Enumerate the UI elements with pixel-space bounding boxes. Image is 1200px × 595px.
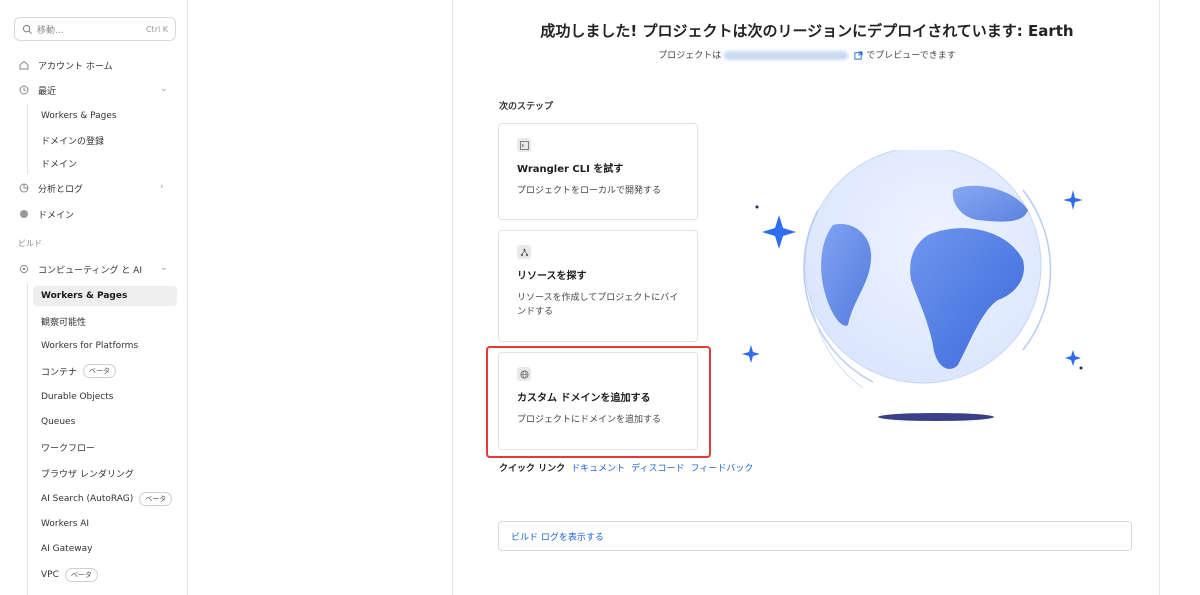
sidebar-item-compute-ai[interactable]: コンピューティング と AI (18, 259, 142, 279)
resource-icon (517, 245, 531, 259)
sidebar-item-queues[interactable]: Queues (41, 412, 75, 432)
globe-icon (517, 367, 531, 381)
beta-badge: ベータ (139, 492, 173, 506)
globe-illustration (742, 150, 1083, 421)
search-icon (22, 24, 33, 34)
view-build-log-button[interactable]: ビルド ログを表示する (498, 521, 1132, 551)
compute-icon (18, 264, 29, 275)
sidebar-item-label: コンピューティング と AI (38, 265, 142, 276)
card-description: リソースを作成してプロジェクトにバインドする (517, 293, 679, 318)
sidebar-recent-domain-registration[interactable]: ドメインの登録 (41, 130, 104, 150)
chevron-right-icon[interactable]: › (160, 182, 164, 192)
deploy-success-panel: 成功しました! プロジェクトは次のリージョンにデプロイされています: Earth… (452, 0, 1160, 595)
sidebar-item-browser-rendering[interactable]: ブラウザ レンダリング (41, 463, 134, 483)
sidebar-item-vpc[interactable]: VPC ベータ (41, 565, 98, 585)
search-input[interactable]: 移動... Ctrl K (14, 17, 176, 41)
link-feedback[interactable]: フィードバック (691, 461, 754, 474)
preview-subtitle: プロジェクトは でプレビューできます (433, 48, 1181, 61)
card-add-custom-domain[interactable]: カスタム ドメインを追加する プロジェクトにドメインを追加する (498, 352, 698, 450)
sidebar-item-workers-pages[interactable]: Workers & Pages (33, 286, 177, 306)
sidebar-item-analytics[interactable]: 分析とログ (18, 178, 83, 198)
beta-badge: ベータ (83, 364, 117, 378)
sidebar-item-containers[interactable]: コンテナ ベータ (41, 361, 117, 381)
card-title: Wrangler CLI を試す (517, 164, 624, 175)
sidebar-item-ai-search[interactable]: AI Search (AutoRAG) ベータ (41, 489, 173, 509)
beta-badge: ベータ (64, 568, 98, 582)
page-title: 成功しました! プロジェクトは次のリージョンにデプロイされています: Earth (540, 22, 1074, 40)
card-description: プロジェクトをローカルで開発する (517, 186, 662, 196)
sidebar-item-workflows[interactable]: ワークフロー (41, 437, 95, 457)
sidebar-item-label: VPC (41, 570, 59, 580)
sidebar-item-label: 分析とログ (38, 184, 84, 195)
sidebar: 移動... Ctrl K アカウント ホーム 最近 ⌄ Workers & Pa… (0, 0, 188, 595)
quick-links: クイック リンク ドキュメント ディスコード フィードバック (499, 461, 753, 474)
search-placeholder: 移動... (37, 25, 64, 36)
sidebar-item-durable-objects[interactable]: Durable Objects (41, 387, 113, 407)
card-explore-resources[interactable]: リソースを探す リソースを作成してプロジェクトにバインドする (498, 230, 698, 342)
home-icon (18, 60, 29, 71)
clock-icon (18, 85, 29, 96)
link-documentation[interactable]: ドキュメント (571, 461, 625, 474)
sidebar-recent-domains[interactable]: ドメイン (41, 153, 77, 173)
section-label-build: ビルド (18, 239, 42, 248)
card-wrangler-cli[interactable]: Wrangler CLI を試す プロジェクトをローカルで開発する (498, 123, 698, 220)
sidebar-item-label: AI Search (AutoRAG) (41, 494, 134, 504)
sidebar-item-ai-gateway[interactable]: AI Gateway (41, 539, 92, 559)
tree-line (27, 104, 28, 174)
next-steps-heading: 次のステップ (499, 102, 554, 112)
globe-icon (18, 209, 29, 220)
sidebar-item-workers-for-platforms[interactable]: Workers for Platforms (41, 336, 138, 356)
sidebar-item-account-home[interactable]: アカウント ホーム (18, 55, 113, 75)
chevron-down-icon[interactable]: ⌄ (160, 263, 168, 273)
card-title: カスタム ドメインを追加する (517, 393, 651, 404)
preview-url-link[interactable] (724, 51, 849, 60)
quick-links-label: クイック リンク (499, 464, 566, 474)
search-shortcut: Ctrl K (145, 24, 168, 34)
sidebar-item-recent[interactable]: 最近 (18, 80, 56, 100)
subtitle-suffix: でプレビューできます (866, 51, 956, 61)
sidebar-item-domains[interactable]: ドメイン (18, 204, 74, 224)
card-title: リソースを探す (517, 271, 587, 282)
tree-line (27, 283, 28, 595)
sidebar-item-observability[interactable]: 観察可能性 (41, 311, 86, 331)
chart-icon (18, 183, 29, 194)
external-link-icon[interactable] (854, 51, 863, 60)
chevron-down-icon[interactable]: ⌄ (160, 84, 168, 94)
sidebar-item-label: 最近 (38, 86, 57, 97)
sidebar-item-label: コンテナ (41, 367, 78, 378)
sidebar-item-label: アカウント ホーム (38, 61, 113, 72)
terminal-icon (517, 138, 531, 152)
sidebar-item-label: ドメイン (38, 210, 75, 221)
link-discord[interactable]: ディスコード (631, 461, 684, 474)
sidebar-item-workers-ai[interactable]: Workers AI (41, 514, 89, 534)
app-window: 移動... Ctrl K アカウント ホーム 最近 ⌄ Workers & Pa… (0, 0, 1200, 595)
sidebar-recent-workers-pages[interactable]: Workers & Pages (41, 106, 117, 126)
card-description: プロジェクトにドメインを追加する (517, 415, 662, 425)
subtitle-prefix: プロジェクトは (658, 51, 722, 61)
